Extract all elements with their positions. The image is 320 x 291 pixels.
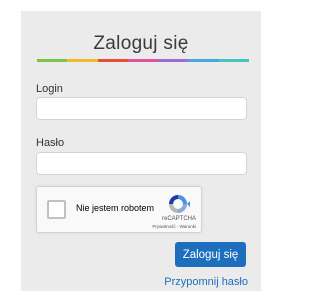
login-label: Login — [36, 83, 63, 95]
recaptcha-logo-icon — [169, 195, 190, 213]
password-input[interactable] — [36, 152, 247, 175]
recaptcha-label: Nie jestem robotem — [76, 203, 155, 213]
forgot-password-link[interactable]: Przypomnij hasło — [164, 276, 248, 288]
recaptcha-links[interactable]: Prywatność - Warunki — [136, 224, 196, 229]
rainbow-segment — [158, 59, 189, 62]
password-label: Hasło — [36, 137, 65, 149]
rainbow-segment — [188, 59, 219, 62]
rainbow-divider — [37, 59, 249, 62]
login-panel: Zaloguj się Login Hasło Nie jestem robot… — [21, 11, 261, 291]
rainbow-segment — [37, 59, 68, 62]
recaptcha-checkbox[interactable] — [47, 200, 66, 219]
rainbow-segment — [67, 59, 98, 62]
login-input[interactable] — [36, 97, 247, 120]
rainbow-segment — [218, 59, 249, 62]
rainbow-segment — [127, 59, 159, 62]
recaptcha-brand: reCAPTCHA — [161, 216, 196, 222]
rainbow-segment — [97, 59, 128, 62]
login-title: Zaloguj się — [93, 33, 189, 54]
login-submit-button[interactable]: Zaloguj się — [175, 242, 246, 267]
recaptcha-widget: Nie jestem robotem reCAPTCHA Prywatność … — [36, 186, 202, 233]
